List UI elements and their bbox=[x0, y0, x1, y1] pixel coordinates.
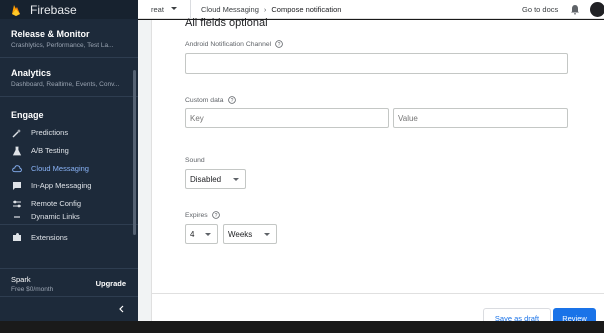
section-subtitle: Dashboard, Realtime, Events, Conv... bbox=[11, 81, 120, 88]
go-to-docs-link[interactable]: Go to docs bbox=[522, 5, 558, 14]
chat-icon bbox=[12, 181, 22, 191]
project-name: reat bbox=[151, 4, 164, 14]
brand-name: Firebase bbox=[30, 2, 77, 17]
sidebar-section-analytics[interactable]: Analytics Dashboard, Realtime, Events, C… bbox=[0, 58, 138, 97]
cloud-icon bbox=[12, 163, 22, 173]
section-title: Analytics bbox=[11, 68, 52, 78]
sidebar-scrollbar[interactable] bbox=[133, 70, 136, 235]
sidebar-item-ab-testing[interactable]: A/B Testing bbox=[0, 142, 138, 160]
sound-value: Disabled bbox=[190, 174, 222, 184]
expires-label: Expires ? bbox=[185, 211, 220, 219]
sliders-icon bbox=[12, 199, 22, 209]
sidebar-item-cloud-messaging[interactable]: Cloud Messaging bbox=[0, 159, 138, 177]
label-text: Android Notification Channel bbox=[185, 40, 272, 48]
engage-heading: Engage bbox=[11, 110, 44, 120]
magic-wand-icon bbox=[12, 128, 22, 138]
sidebar-item-label: Cloud Messaging bbox=[31, 163, 89, 173]
help-icon[interactable]: ? bbox=[227, 96, 236, 104]
divider bbox=[189, 0, 191, 19]
link-icon bbox=[12, 212, 22, 221]
sidebar-item-label: Remote Config bbox=[31, 199, 82, 209]
sidebar-item-remote-config[interactable]: Remote Config bbox=[0, 195, 138, 213]
flask-icon bbox=[12, 146, 22, 156]
collapse-sidebar-button[interactable] bbox=[0, 296, 138, 321]
svg-text:?: ? bbox=[278, 42, 281, 48]
avatar[interactable] bbox=[590, 2, 604, 17]
help-icon[interactable]: ? bbox=[211, 211, 220, 219]
sidebar-item-label: Predictions bbox=[31, 128, 69, 138]
sound-select[interactable]: Disabled bbox=[185, 169, 246, 189]
caret-down-icon bbox=[233, 178, 239, 181]
plan-box: Spark Free $0/month Upgrade bbox=[0, 268, 138, 296]
upgrade-button[interactable]: Upgrade bbox=[96, 279, 126, 288]
section-subtitle: Crashlytics, Performance, Test La... bbox=[11, 42, 114, 49]
expires-unit-select[interactable]: Weeks bbox=[223, 224, 277, 244]
main-content: All fields optional Android Notification… bbox=[138, 17, 604, 328]
android-channel-input[interactable] bbox=[185, 53, 568, 74]
svg-text:?: ? bbox=[230, 98, 233, 104]
sound-label: Sound bbox=[185, 157, 205, 164]
custom-data-label: Custom data ? bbox=[185, 96, 236, 104]
sidebar-section-release-monitor[interactable]: Release & Monitor Crashlytics, Performan… bbox=[0, 19, 138, 58]
sidebar-item-label: A/B Testing bbox=[31, 146, 69, 156]
expires-amount-value: 4 bbox=[190, 229, 195, 239]
sidebar-header[interactable]: Firebase bbox=[0, 0, 138, 19]
caret-down-icon bbox=[205, 233, 211, 236]
form-card: All fields optional Android Notification… bbox=[151, 17, 604, 293]
firebase-logo-icon bbox=[12, 4, 20, 16]
chevron-right-icon: › bbox=[263, 4, 267, 14]
window-bottom-strip bbox=[0, 321, 604, 333]
sidebar-item-in-app-messaging[interactable]: In-App Messaging bbox=[0, 177, 138, 195]
label-text: Custom data bbox=[185, 96, 224, 104]
sidebar-item-label: Extensions bbox=[31, 232, 68, 242]
caret-down-icon bbox=[264, 233, 270, 236]
expires-unit-value: Weeks bbox=[228, 229, 253, 239]
sidebar-item-label: In-App Messaging bbox=[31, 181, 92, 191]
sidebar-item-dynamic-links[interactable]: Dynamic Links bbox=[0, 212, 138, 221]
form-heading: All fields optional bbox=[185, 17, 268, 29]
caret-down-icon bbox=[170, 7, 177, 10]
label-text: Expires bbox=[185, 211, 208, 219]
project-selector[interactable]: reat bbox=[151, 5, 178, 14]
section-title: Release & Monitor bbox=[11, 29, 90, 39]
expires-amount-select[interactable]: 4 bbox=[185, 224, 218, 244]
label-text: Sound bbox=[185, 157, 205, 164]
bell-icon[interactable] bbox=[570, 4, 580, 15]
android-channel-label: Android Notification Channel ? bbox=[185, 40, 283, 48]
sidebar-item-predictions[interactable]: Predictions bbox=[0, 124, 138, 142]
sidebar-item-extensions[interactable]: Extensions bbox=[0, 228, 138, 246]
puzzle-icon bbox=[12, 232, 22, 242]
sidebar-item-label: Dynamic Links bbox=[31, 212, 80, 222]
sidebar: Firebase Release & Monitor Crashlytics, … bbox=[0, 0, 138, 321]
page-title: Compose notification bbox=[271, 4, 342, 14]
breadcrumb-cloud-messaging[interactable]: Cloud Messaging bbox=[201, 5, 259, 14]
custom-data-key-input[interactable] bbox=[185, 108, 389, 128]
custom-data-value-input[interactable] bbox=[393, 108, 568, 128]
help-icon[interactable]: ? bbox=[275, 40, 283, 48]
svg-text:?: ? bbox=[214, 213, 217, 219]
chevron-left-icon bbox=[119, 305, 124, 313]
form-footer: Save as draft Review bbox=[151, 293, 604, 328]
